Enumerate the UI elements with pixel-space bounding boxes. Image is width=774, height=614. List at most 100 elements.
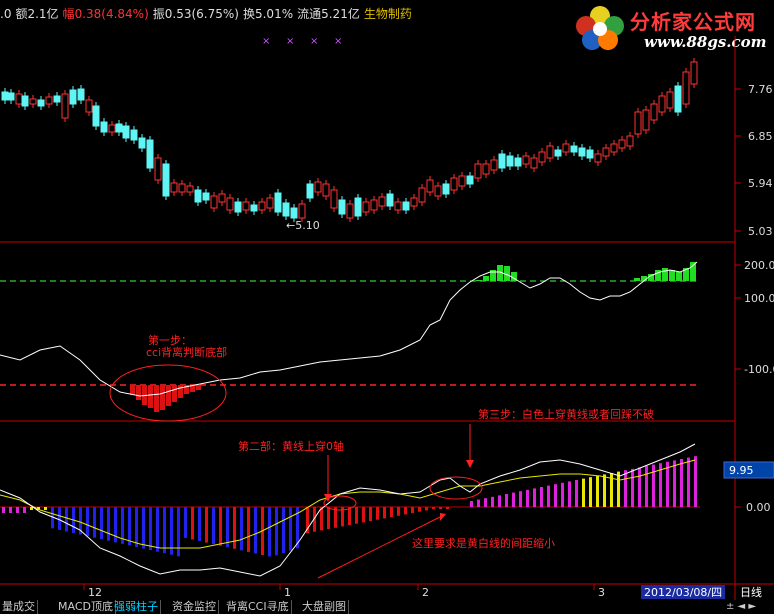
candle-body [45, 96, 53, 105]
osc-positive-bar [470, 501, 473, 507]
date-axis-label: 2 [422, 586, 429, 599]
osc-positive-bar [561, 482, 564, 507]
cci-red-bar [130, 385, 135, 395]
osc-red-bar [439, 507, 442, 509]
header-marker: × [262, 36, 270, 47]
osc-positive-bar [568, 481, 571, 507]
osc-negative-bar [184, 507, 187, 538]
candle-body [1, 91, 9, 101]
candle-body [482, 163, 490, 175]
tab-4[interactable]: 资金监控 [170, 600, 219, 614]
candle-body [282, 202, 290, 217]
osc-positive-bar [617, 471, 620, 507]
candle-body [170, 182, 178, 193]
annotation-arrowhead-step3 [466, 460, 474, 468]
tabbar-scroll-controls[interactable]: ± ◄ ► [726, 601, 772, 613]
candle-body [186, 185, 194, 193]
osc-positive-bar [498, 495, 501, 507]
osc-positive-bar [547, 485, 550, 507]
candle-body [346, 203, 354, 219]
osc-positive-bar [477, 499, 480, 507]
candle-body [610, 143, 618, 153]
tab-1[interactable]: 量成交 [0, 600, 38, 614]
candle-body [514, 157, 522, 167]
osc-negative-bar [275, 507, 278, 556]
osc-red-bar [397, 507, 400, 516]
candle-body [194, 189, 202, 203]
cci-red-bar [154, 385, 159, 412]
candle-body [378, 196, 386, 207]
candle-body [154, 157, 162, 181]
osc-negative-bar [100, 507, 103, 540]
candle-body [602, 147, 610, 157]
annotation-step1-text: cci背离判断底部 [146, 345, 227, 359]
cci-green-bar [634, 278, 640, 281]
candle-body [554, 149, 562, 157]
tab-3[interactable]: 强弱柱子 [112, 600, 161, 614]
candle-body [586, 149, 594, 159]
osc-positive-bar [631, 468, 634, 507]
candle-body [37, 99, 45, 107]
candle-body [466, 175, 474, 185]
osc-negative-bar [212, 507, 215, 545]
date-axis-label: 1 [284, 586, 291, 599]
candle-body [450, 177, 458, 191]
cci-red-bar [196, 385, 201, 390]
osc-negative-bar [142, 507, 145, 549]
cci-axis-label: 100.00 [744, 292, 774, 305]
header-marker: × [286, 36, 294, 47]
cci-green-bar [662, 268, 668, 281]
osc-positive-bar [589, 477, 592, 507]
candle-body [386, 193, 394, 207]
osc-negative-bar [226, 507, 229, 548]
osc-negative-bar [282, 507, 285, 553]
candle-body [410, 197, 418, 207]
candle-body [682, 71, 690, 105]
candle-body [418, 187, 426, 203]
tab-6[interactable]: 大盘副图 [300, 600, 349, 614]
osc-negative-bar [86, 507, 89, 537]
osc-red-bar [411, 507, 414, 514]
candle-body [85, 99, 93, 113]
osc-negative-bar [240, 507, 243, 551]
candle-body [674, 85, 682, 113]
candle-body [578, 147, 586, 157]
candle-body [394, 201, 402, 211]
osc-positive-bar [491, 496, 494, 507]
osc-red-bar [355, 507, 358, 524]
candle-body [53, 95, 61, 103]
cci-red-bar [160, 385, 165, 410]
candle-body [426, 179, 434, 193]
header-marker: × [310, 36, 318, 47]
price-axis-label: 7.76 [748, 83, 773, 96]
osc-positive-bar [596, 475, 599, 507]
osc-negative-bar [156, 507, 159, 552]
osc-red-bar [425, 507, 428, 511]
candle-body [442, 183, 450, 195]
cci-red-bar [172, 385, 177, 402]
candle-body [650, 103, 658, 121]
osc-red-bar [348, 507, 351, 526]
tab-2[interactable]: MACD顶底 [56, 600, 116, 614]
candle-body [498, 153, 506, 169]
candle-body [218, 193, 226, 203]
price-axis-label: 5.03 [748, 225, 773, 238]
osc-value-label: 9.95 [729, 464, 754, 477]
osc-negative-bar [65, 507, 68, 532]
candle-body [530, 157, 538, 169]
candle-body [314, 181, 322, 193]
candle-body [298, 203, 306, 219]
osc-positive-bar [694, 456, 697, 507]
osc-positive-bar [526, 489, 529, 507]
osc-negative-bar [2, 507, 5, 513]
tab-5[interactable]: 背离CCI寻底 [224, 600, 292, 614]
osc-positive-bar [484, 498, 487, 507]
osc-positive-bar [554, 484, 557, 507]
osc-negative-bar [23, 507, 26, 513]
candle-body [642, 109, 650, 131]
osc-positive-bar [652, 464, 655, 507]
osc-positive-bar [687, 457, 690, 507]
osc-red-bar [327, 507, 330, 530]
osc-positive-bar [540, 487, 543, 507]
osc-positive-bar [680, 459, 683, 507]
